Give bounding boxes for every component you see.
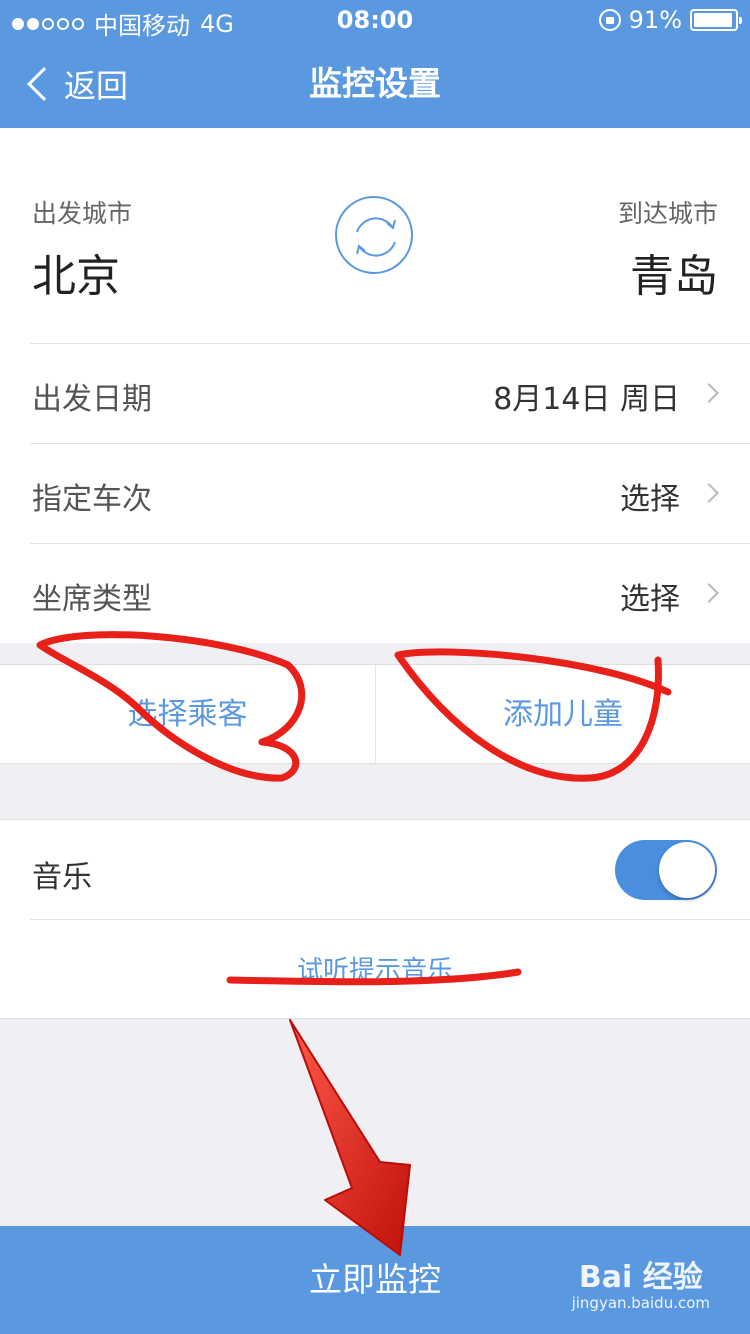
- to-city-label: 到达城市: [617, 199, 718, 228]
- swap-icon: [356, 217, 396, 257]
- annotation-arrow: [289, 1019, 411, 1256]
- baidu-jingyan-watermark: Bai 经验 jingyan.baidu.com: [571, 1260, 710, 1313]
- swap-cities-button[interactable]: [335, 196, 413, 274]
- status-bar: 中国移动 4G 08:00 91%: [0, 0, 750, 40]
- seat-label: 坐席类型: [32, 582, 152, 617]
- divider: [30, 919, 750, 920]
- from-city-label: 出发城市: [32, 199, 133, 228]
- route-section: 出发城市 北京 到达城市 青岛: [0, 128, 750, 343]
- battery-percent: 91%: [628, 6, 682, 34]
- form-section: 出发日期 8月14日 周日 指定车次 选择 坐席类型 选择: [0, 343, 750, 643]
- music-label: 音乐: [32, 860, 92, 895]
- rotation-lock-icon: [598, 9, 621, 31]
- add-child-button[interactable]: 添加儿童: [375, 665, 750, 765]
- battery-icon: [690, 9, 742, 31]
- nav-bar: 返回 监控设置: [0, 40, 750, 128]
- seat-value: 选择: [620, 582, 680, 617]
- to-city[interactable]: 青岛: [630, 240, 718, 304]
- date-row[interactable]: 出发日期 8月14日 周日: [30, 343, 750, 443]
- chevron-right-icon: [699, 583, 719, 603]
- from-city[interactable]: 北京: [32, 240, 120, 304]
- music-section: 音乐 试听提示音乐: [0, 819, 750, 1019]
- preview-music-link[interactable]: 试听提示音乐: [0, 950, 750, 987]
- date-label: 出发日期: [32, 382, 152, 417]
- chevron-right-icon: [699, 483, 719, 503]
- train-label: 指定车次: [32, 482, 152, 517]
- date-value: 8月14日 周日: [493, 382, 680, 417]
- train-value: 选择: [620, 482, 680, 517]
- watermark-sub: jingyan.baidu.com: [571, 1294, 710, 1312]
- watermark-main: Bai 经验: [578, 1260, 703, 1295]
- chevron-right-icon: [699, 383, 719, 403]
- seat-row[interactable]: 坐席类型 选择: [30, 543, 750, 643]
- train-row[interactable]: 指定车次 选择: [30, 443, 750, 543]
- toggle-knob: [659, 842, 715, 898]
- page-title: 监控设置: [309, 64, 441, 103]
- music-toggle[interactable]: [615, 840, 717, 900]
- status-right: 91%: [598, 6, 742, 34]
- select-passenger-button[interactable]: 选择乘客: [0, 665, 375, 765]
- passenger-section: 选择乘客 添加儿童: [0, 664, 750, 765]
